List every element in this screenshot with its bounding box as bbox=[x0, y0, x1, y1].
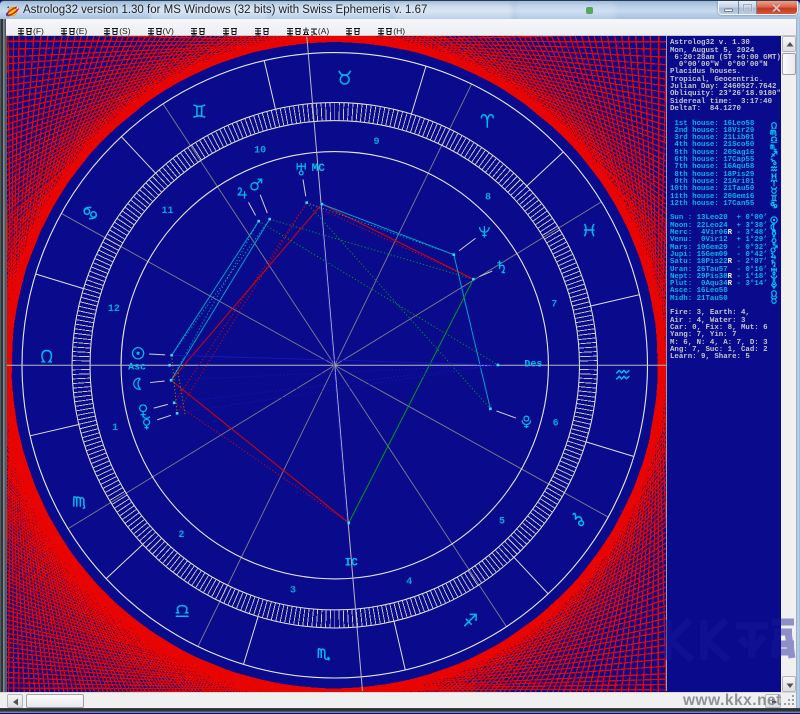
svg-text:2: 2 bbox=[178, 530, 184, 541]
svg-text:7: 7 bbox=[551, 299, 557, 310]
svg-text:5: 5 bbox=[499, 516, 505, 527]
svg-text:9: 9 bbox=[373, 136, 379, 147]
svg-text:IC: IC bbox=[345, 557, 359, 569]
svg-text:6: 6 bbox=[553, 418, 559, 429]
svg-text:3: 3 bbox=[290, 585, 296, 596]
svg-text:Asc: Asc bbox=[128, 362, 146, 373]
svg-text:10: 10 bbox=[254, 145, 266, 156]
svg-text:MC: MC bbox=[312, 163, 326, 175]
svg-text:8: 8 bbox=[485, 192, 491, 203]
svg-text:4: 4 bbox=[406, 576, 412, 587]
svg-text:Des: Des bbox=[524, 359, 542, 370]
svg-text:11: 11 bbox=[162, 206, 174, 217]
svg-text:12: 12 bbox=[108, 304, 120, 315]
svg-text:1: 1 bbox=[112, 423, 118, 434]
